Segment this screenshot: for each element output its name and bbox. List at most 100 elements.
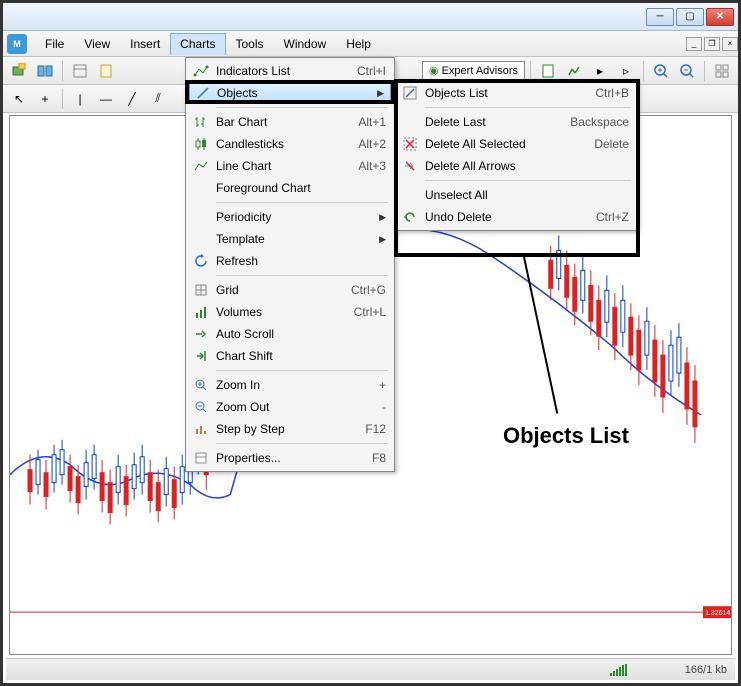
mdi-close-button[interactable]: ×: [722, 37, 738, 51]
charts-menu-item-grid[interactable]: Grid Ctrl+G: [188, 279, 392, 301]
objects-submenu-item-undo-delete[interactable]: Undo Delete Ctrl+Z: [397, 206, 635, 228]
new-chart-button[interactable]: [7, 60, 31, 82]
charts-menu-item-shortcut: Alt+2: [358, 137, 386, 151]
charts-menu-item-chart-shift[interactable]: Chart Shift: [188, 345, 392, 367]
refresh-icon: [192, 252, 210, 270]
menu-help[interactable]: Help: [336, 33, 381, 55]
charts-menu-item-label: Objects: [217, 86, 258, 100]
charts-menu-item-volumes[interactable]: Volumes Ctrl+L: [188, 301, 392, 323]
menu-insert[interactable]: Insert: [120, 33, 170, 55]
charts-menu-item-label: Template: [216, 232, 265, 246]
mdi-minimize-button[interactable]: _: [686, 37, 702, 51]
charts-menu-item-separator: [216, 275, 388, 276]
minimize-button[interactable]: ─: [646, 8, 674, 26]
trendline-button[interactable]: ╱: [120, 88, 144, 110]
maximize-button[interactable]: ▢: [676, 8, 704, 26]
charts-menu-item-foreground-chart[interactable]: Foreground Chart: [188, 177, 392, 199]
charts-menu-item-zoom-out[interactable]: Zoom Out-: [188, 396, 392, 418]
charts-menu-item-objects[interactable]: Objects▶: [189, 82, 391, 104]
charts-menu-item-label: Grid: [216, 283, 239, 297]
objects-submenu-item-shortcut: Backspace: [570, 115, 629, 129]
objects-icon: [194, 84, 212, 102]
menu-tools[interactable]: Tools: [226, 33, 274, 55]
price-tag: 1.32614: [705, 610, 730, 617]
menu-charts[interactable]: Charts: [170, 33, 225, 55]
charts-menu-item-auto-scroll[interactable]: Auto Scroll: [188, 323, 392, 345]
menu-window[interactable]: Window: [274, 33, 337, 55]
objects-submenu-item-unselect-all[interactable]: Unselect All: [397, 184, 635, 206]
objects-submenu-item-delete-all-arrows[interactable]: Delete All Arrows: [397, 155, 635, 177]
undo-icon: [401, 208, 419, 226]
charts-menu-item-refresh[interactable]: Refresh: [188, 250, 392, 272]
objects-submenu-item-shortcut: Delete: [594, 137, 629, 151]
charts-menu-item-template[interactable]: Template ▶: [188, 228, 392, 250]
objlist-icon: [401, 84, 419, 102]
charts-menu-item-separator: [216, 202, 388, 203]
statusbar: 166/1 kb: [6, 658, 735, 680]
autoscroll-icon: [192, 325, 210, 343]
charts-menu-item-indicators-list[interactable]: Indicators List Ctrl+I: [188, 60, 392, 82]
charts-menu-item-label: Line Chart: [216, 159, 271, 173]
grid-icon: [192, 281, 210, 299]
charts-menu: Indicators ListCtrl+IObjects▶Bar ChartAl…: [185, 57, 395, 472]
chartshift-icon: [192, 347, 210, 365]
objects-submenu: Objects ListCtrl+BDelete LastBackspaceDe…: [394, 79, 638, 231]
objects-submenu-item-objects-list[interactable]: Objects List Ctrl+B: [397, 82, 635, 104]
menu-view[interactable]: View: [74, 33, 120, 55]
charts-menu-item-zoom-in[interactable]: Zoom In+: [188, 374, 392, 396]
market-watch-button[interactable]: [68, 60, 92, 82]
charts-menu-item-shortcut: Ctrl+I: [357, 64, 386, 78]
menubar: M FileViewInsertChartsToolsWindowHelp _ …: [3, 31, 738, 57]
mdi-restore-button[interactable]: ❐: [704, 37, 720, 51]
titlebar: ─ ▢ ✕: [3, 3, 738, 31]
charts-menu-item-properties[interactable]: Properties...F8: [188, 447, 392, 469]
charts-menu-item-step-by-step[interactable]: Step by StepF12: [188, 418, 392, 440]
tile-button[interactable]: [710, 60, 734, 82]
zoomin-icon: [192, 376, 210, 394]
annotation-label: Objects List: [503, 423, 629, 449]
profiles-button[interactable]: [33, 60, 57, 82]
charts-menu-item-label: Auto Scroll: [216, 327, 274, 341]
objects-submenu-item-shortcut: Ctrl+Z: [596, 210, 629, 224]
charts-menu-item-label: Bar Chart: [216, 115, 267, 129]
expert-advisors-button[interactable]: ◉ Expert Advisors: [422, 61, 525, 80]
channel-button[interactable]: ⫽: [146, 88, 170, 110]
zoom-in-button[interactable]: [649, 60, 673, 82]
submenu-arrow-icon: ▶: [379, 234, 386, 245]
props-icon: [192, 449, 210, 467]
charts-menu-item-shortcut: F8: [372, 451, 386, 465]
charts-menu-item-label: Volumes: [216, 305, 262, 319]
submenu-arrow-icon: ▶: [379, 212, 386, 223]
crosshair-button[interactable]: +: [33, 88, 57, 110]
status-kb: 166/1 kb: [685, 664, 727, 676]
connection-bars-icon: [610, 664, 634, 676]
objects-submenu-item-delete-all-selected[interactable]: Delete All Selected Delete: [397, 133, 635, 155]
charts-menu-item-shortcut: Ctrl+L: [354, 305, 386, 319]
objects-submenu-item-shortcut: Ctrl+B: [595, 86, 629, 100]
step-icon: [192, 420, 210, 438]
charts-menu-item-candlesticks[interactable]: CandlesticksAlt+2: [188, 133, 392, 155]
navigator-button[interactable]: [94, 60, 118, 82]
volumes-icon: [192, 303, 210, 321]
hline-button[interactable]: —: [94, 88, 118, 110]
objects-submenu-item-delete-last[interactable]: Delete Last Backspace: [397, 111, 635, 133]
charts-menu-item-label: Indicators List: [216, 64, 290, 78]
objects-submenu-item-label: Objects List: [425, 86, 488, 100]
charts-menu-item-periodicity[interactable]: Periodicity▶: [188, 206, 392, 228]
charts-menu-item-shortcut: Ctrl+G: [351, 283, 386, 297]
charts-menu-item-bar-chart[interactable]: Bar ChartAlt+1: [188, 111, 392, 133]
charts-menu-item-separator: [216, 107, 388, 108]
vline-button[interactable]: |: [68, 88, 92, 110]
charts-menu-item-shortcut: Alt+3: [358, 159, 386, 173]
menu-file[interactable]: File: [35, 33, 74, 55]
close-button[interactable]: ✕: [706, 8, 734, 26]
zoom-out-button[interactable]: [675, 60, 699, 82]
cursor-button[interactable]: ↖: [7, 88, 31, 110]
charts-menu-item-shortcut: +: [379, 378, 386, 392]
charts-menu-item-separator: [216, 370, 388, 371]
charts-menu-item-line-chart[interactable]: Line Chart Alt+3: [188, 155, 392, 177]
objects-submenu-item-label: Delete Last: [425, 115, 486, 129]
objects-submenu-item-label: Delete All Selected: [425, 137, 526, 151]
charts-menu-item-label: Step by Step: [216, 422, 285, 436]
objects-submenu-item-label: Undo Delete: [425, 210, 492, 224]
